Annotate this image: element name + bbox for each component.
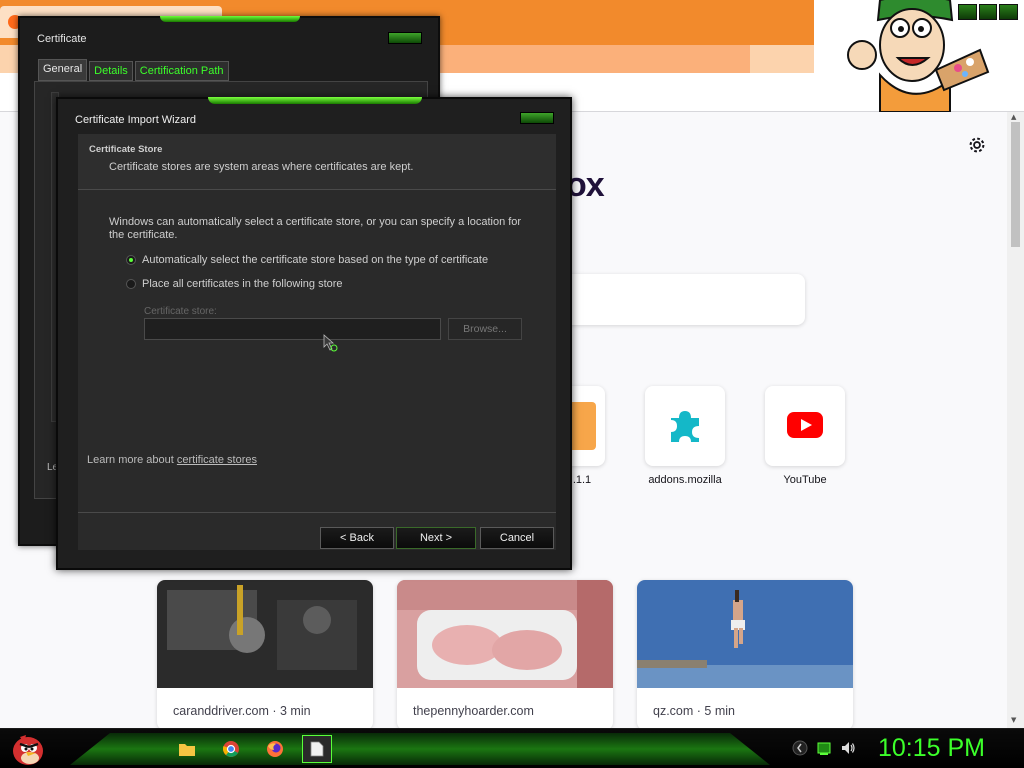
back-button[interactable]: < Back [320,527,394,549]
scroll-up-icon[interactable]: ▲ [1011,113,1016,121]
learn-more-prefix: Learn more about [87,454,177,466]
wizard-title: Certificate Import Wizard [75,114,197,126]
scrollbar-thumb[interactable] [1011,122,1020,247]
cancel-button[interactable]: Cancel [480,527,554,549]
certificate-import-wizard: Certificate Import Wizard Certificate St… [56,97,572,570]
footer-divider [78,512,556,513]
wizard-header-subtitle: Certificate stores are system areas wher… [109,161,414,173]
taskbar-firefox[interactable] [260,735,290,763]
certificate-tabs: General Details Certification Path [38,59,229,81]
search-box[interactable] [560,274,805,325]
page-scrollbar[interactable]: ▲ ▼ [1007,112,1024,728]
start-button-angry-bird-icon[interactable] [6,731,46,767]
beach-jump-image [637,580,853,688]
engine-image [157,580,373,688]
title-glow [160,16,300,22]
taskbar-document[interactable] [302,735,332,763]
certificate-store-label: Certificate store: [144,306,217,317]
tab-general[interactable]: General [38,59,88,81]
taskbar-clock[interactable]: 10:15 PM [878,734,985,763]
radio-manual-indicator[interactable] [126,279,136,289]
next-button[interactable]: Next > [396,527,476,549]
tab-details[interactable]: Details [89,61,133,81]
scroll-down-icon[interactable]: ▼ [1011,716,1016,724]
wizard-body: Certificate Store Certificate stores are… [78,134,556,550]
firefox-icon [267,741,283,757]
battery-icon[interactable] [816,740,832,756]
certificate-store-field[interactable] [144,318,441,340]
browse-button[interactable]: Browse... [448,318,522,340]
gear-icon[interactable] [966,134,988,156]
puzzle-icon [671,411,699,442]
youtube-icon [787,412,823,438]
radio-manual-label: Place all certificates in the following … [142,278,343,290]
radio-place-in-store[interactable]: Place all certificates in the following … [126,278,343,290]
folder-icon [179,744,195,756]
show-hidden-icons-icon[interactable] [792,740,808,756]
volume-icon[interactable] [840,740,856,756]
learn-more-text: Learn more about certificate stores [87,454,257,466]
meat-image [397,580,613,688]
wizard-close-button[interactable] [520,112,554,124]
shortcut-label-addons: addons.mozilla [648,474,722,486]
wizard-header: Certificate Store Certificate stores are… [78,134,556,190]
story-source: thepennyhoarder.com [413,704,534,718]
tile-icon [568,402,596,450]
close-button[interactable] [999,4,1019,20]
story-source: caranddriver.com · 3 min [173,704,311,718]
story-card[interactable]: qz.com · 5 min [637,580,853,728]
radio-auto-label: Automatically select the certificate sto… [142,254,489,266]
tab-certification-path[interactable]: Certification Path [134,61,229,81]
story-source: qz.com · 5 min [653,704,735,718]
taskbar: 10:15 PM [0,728,1024,768]
wizard-header-title: Certificate Store [89,144,163,155]
taskbar-file-explorer[interactable] [172,735,202,763]
certificate-close-button[interactable] [388,32,422,44]
shortcut-tile-youtube[interactable] [765,386,845,466]
title-glow [208,97,422,104]
shortcut-label-youtube: YouTube [783,474,827,486]
busy-cursor-icon [323,334,338,352]
certificate-dialog-title: Certificate [37,33,87,45]
shortcut-tile-addons[interactable] [645,386,725,466]
chrome-icon [223,741,239,757]
story-card[interactable]: caranddriver.com · 3 min [157,580,373,728]
taskbar-chrome[interactable] [216,735,246,763]
wizard-description: Windows can automatically select a certi… [109,216,522,241]
radio-auto-indicator[interactable] [126,255,136,265]
toolbar-band-highlight [440,45,750,73]
certificate-stores-link[interactable]: certificate stores [177,454,257,466]
story-card[interactable]: thepennyhoarder.com [397,580,613,728]
theme-mascot-image [847,0,990,112]
radio-auto-select[interactable]: Automatically select the certificate sto… [126,254,488,266]
document-icon [310,741,324,757]
